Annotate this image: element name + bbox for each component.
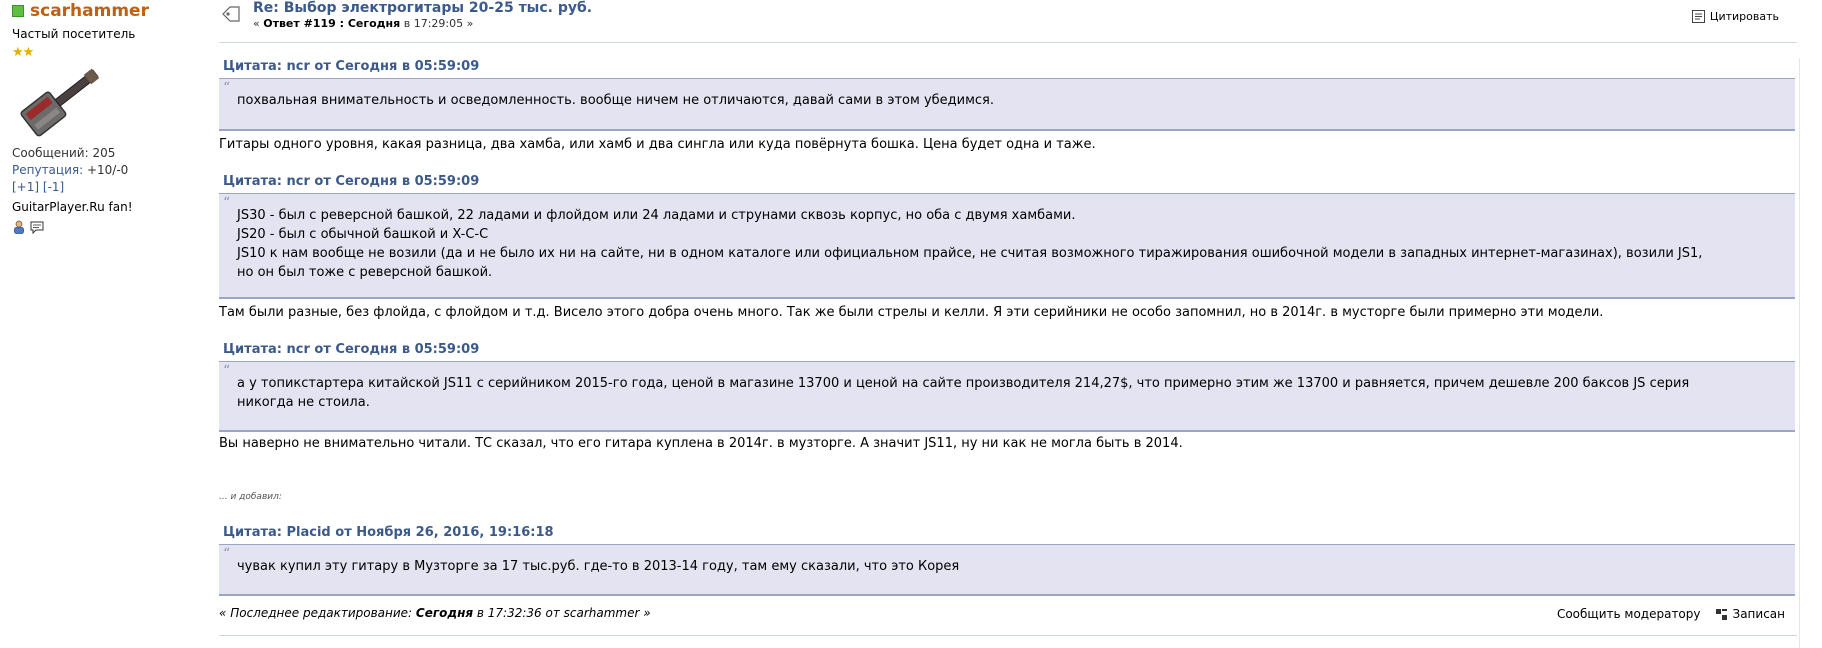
reply-number: Ответ #119 : Сегодня (263, 17, 401, 30)
reputation-controls: [+1] [-1] (12, 180, 202, 194)
divider (219, 635, 1797, 636)
reputation: Репутация: +10/-0 (12, 163, 202, 177)
logged-ip-icon (1715, 608, 1727, 620)
reply-info: « Ответ #119 : Сегодня в 17:29:05 » (253, 17, 473, 30)
quote-text: похвальная внимательность и осведомленно… (237, 93, 995, 108)
avatar (12, 65, 112, 139)
quote-header[interactable]: Цитата: ncr от Сегодня в 05:59:09 (223, 59, 479, 74)
edit-prefix: « Последнее редактирование: (219, 606, 416, 620)
username-row: scarhammer (12, 0, 202, 22)
quote-icon (1691, 10, 1705, 23)
edit-when: Сегодня (415, 606, 474, 620)
quote-header[interactable]: Цитата: ncr от Сегодня в 05:59:09 (223, 174, 479, 189)
post-count-label: Сообщений: (12, 146, 89, 160)
profile-icons (12, 220, 202, 234)
quote-text: но он был тоже с реверсной башкой. (237, 265, 493, 280)
quote-block: “ чувак купил эту гитару в Музторге за 1… (219, 544, 1795, 596)
quote-mark-icon: “ (223, 195, 231, 211)
logged-label: Записан (1732, 607, 1786, 621)
reply-text: Там были разные, без флойда, с флойдом и… (219, 305, 1604, 320)
last-edit-info: « Последнее редактирование: Сегодня в 17… (219, 606, 651, 620)
divider (219, 42, 1797, 43)
quote-mark-icon: “ (223, 546, 231, 562)
report-to-moderator-link[interactable]: Сообщить модератору (1557, 607, 1701, 621)
reply-text: Гитары одного уровня, какая разница, два… (219, 137, 1096, 152)
post-subject-link[interactable]: Re: Выбор электрогитары 20-25 тыс. руб. (253, 0, 592, 16)
quote-block: “ похвальная внимательность и осведомлен… (219, 78, 1795, 131)
rank-stars-icon: ★★ (12, 45, 34, 60)
quote-text: JS10 к нам вообще не возили (да и не был… (237, 246, 1703, 261)
logged-status: Записан (1715, 607, 1786, 621)
reputation-label: Репутация: (12, 163, 84, 177)
online-status-icon (12, 5, 24, 17)
edit-suffix: в 17:32:36 от scarhammer » (473, 606, 651, 620)
quote-text: никогда не стоила. (237, 395, 370, 410)
quote-header[interactable]: Цитата: ncr от Сегодня в 05:59:09 (223, 342, 479, 357)
column-rule (1799, 58, 1800, 648)
reply-prefix: « (253, 17, 264, 30)
reply-time: в 17:29:05 » (400, 17, 474, 30)
member-rank: Частый посетитель (12, 27, 136, 41)
profile-icon[interactable] (12, 220, 26, 234)
poster-sidebar: scarhammer Частый посетитель ★★ Сообщени… (12, 0, 202, 234)
poster-username-link[interactable]: scarhammer (30, 1, 149, 21)
quote-button[interactable]: Цитировать (1691, 10, 1779, 23)
quote-button-label: Цитировать (1709, 10, 1779, 23)
post-count-value: 205 (92, 146, 116, 160)
quote-text: а у топикстартера китайской JS11 с серий… (237, 376, 1690, 391)
added-label: ... и добавил: (219, 492, 282, 502)
quote-text: чувак купил эту гитару в Музторге за 17 … (237, 559, 960, 574)
user-signature: GuitarPlayer.Ru fan! (12, 200, 133, 214)
quote-block: “ а у топикстартера китайской JS11 с сер… (219, 361, 1795, 432)
post-footer-actions: Сообщить модератору Записан (1557, 607, 1785, 621)
reply-text: Вы наверно не внимательно читали. ТС ска… (219, 436, 1183, 451)
rep-minus-link[interactable]: [-1] (43, 180, 64, 194)
quote-mark-icon: “ (223, 80, 231, 96)
personal-message-icon[interactable] (30, 220, 44, 234)
quote-header[interactable]: Цитата: Placid от Ноября 26, 2016, 19:16… (223, 525, 554, 540)
quote-text: JS20 - был с обычной башкой и X-C-C (237, 227, 489, 242)
post-count: Сообщений: 205 (12, 146, 202, 160)
quote-text: JS30 - был с реверсной башкой, 22 ладами… (237, 208, 1076, 223)
reputation-value: +10/-0 (86, 163, 129, 177)
post-icon (222, 6, 240, 22)
quote-mark-icon: “ (223, 363, 231, 379)
quote-block: “ JS30 - был с реверсной башкой, 22 лада… (219, 193, 1795, 299)
rep-plus-link[interactable]: [+1] (12, 180, 39, 194)
